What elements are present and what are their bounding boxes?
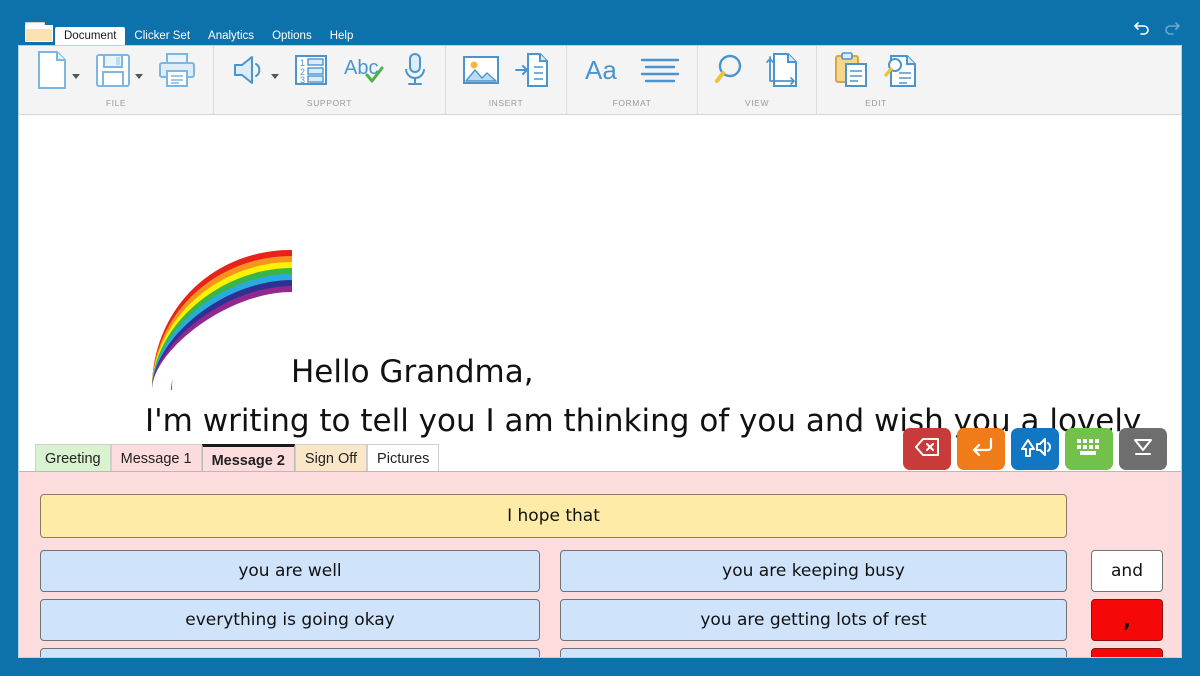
application-window: Document Clicker Set Analytics Options H…: [0, 0, 1200, 676]
print-button[interactable]: [151, 49, 203, 96]
grid-cell-side-period[interactable]: .: [1091, 648, 1163, 658]
grid-cell-left-3[interactable]: the weather is nice where you are: [40, 648, 540, 658]
rainbow-illustration: [144, 238, 296, 393]
ribbon-toolbar: FILE 123: [19, 46, 1181, 115]
grid-cell-side-comma[interactable]: ,: [1091, 599, 1163, 641]
print-icon: [157, 51, 197, 94]
tab-sign-off[interactable]: Sign Off: [295, 444, 367, 472]
ribbon-group-edit: EDIT: [817, 46, 935, 114]
insert-picture-icon: [462, 54, 500, 91]
ribbon-group-view-icons: [698, 46, 816, 98]
undo-icon[interactable]: [1132, 18, 1152, 36]
tab-message-2[interactable]: Message 2: [202, 444, 295, 472]
magnifier-icon: [714, 52, 750, 93]
insert-document-icon: [514, 51, 550, 94]
microphone-button[interactable]: [395, 49, 435, 96]
ribbon-group-support-label: SUPPORT: [214, 98, 445, 111]
new-document-icon: [35, 50, 69, 95]
font-aa-icon: Aa: [583, 53, 625, 92]
ribbon-group-file-label: FILE: [19, 98, 213, 111]
ribbon-group-insert: INSERT: [446, 46, 567, 114]
new-document-button[interactable]: [29, 48, 86, 97]
ribbon-group-format-label: FORMAT: [567, 98, 697, 111]
window-controls: [1132, 18, 1182, 36]
ribbon-group-view-label: VIEW: [698, 98, 816, 111]
ribbon-group-edit-label: EDIT: [817, 98, 935, 111]
document-page[interactable]: Hello Grandma, I'm writing to tell you I…: [19, 115, 1181, 445]
speaker-icon: [230, 53, 268, 92]
menu-item-document[interactable]: Document: [55, 27, 125, 46]
redo-icon[interactable]: [1162, 18, 1182, 36]
tab-message-1[interactable]: Message 1: [111, 444, 202, 472]
page-size-icon: [764, 51, 800, 94]
menu-item-options[interactable]: Options: [263, 27, 321, 46]
ribbon-group-format: Aa FORMAT: [567, 46, 698, 114]
folder-icon[interactable]: [25, 22, 53, 42]
insert-document-button[interactable]: [508, 49, 556, 96]
menu-item-clicker-set[interactable]: Clicker Set: [125, 27, 199, 46]
paste-button[interactable]: [827, 49, 875, 96]
ribbon-group-support-icons: 123 Abc: [214, 46, 445, 98]
spellcheck-button[interactable]: Abc: [337, 51, 393, 94]
font-button[interactable]: Aa: [577, 51, 631, 94]
ribbon-group-support: 123 Abc SUPPORT: [214, 46, 446, 114]
save-caret-icon[interactable]: [135, 74, 143, 79]
microphone-icon: [401, 51, 429, 94]
tab-pictures[interactable]: Pictures: [367, 444, 439, 472]
grid-cell-left-2[interactable]: everything is going okay: [40, 599, 540, 641]
title-bar: Document Clicker Set Analytics Options H…: [0, 0, 1200, 38]
ribbon-group-file: FILE: [19, 46, 214, 114]
menu-item-help[interactable]: Help: [321, 27, 363, 46]
ribbon-group-edit-icons: [817, 46, 935, 98]
ribbon-group-insert-label: INSERT: [446, 98, 566, 111]
grid-header-cell[interactable]: I hope that: [40, 494, 1067, 538]
page-size-button[interactable]: [758, 49, 806, 96]
grid-cell-right-3[interactable]: you are having lots of fun: [560, 648, 1067, 658]
grid-cell-right-1[interactable]: you are keeping busy: [560, 550, 1067, 592]
speak-button[interactable]: [224, 51, 285, 94]
new-document-caret-icon[interactable]: [72, 74, 80, 79]
svg-text:Aa: Aa: [585, 55, 617, 85]
insert-picture-button[interactable]: [456, 52, 506, 93]
svg-text:3: 3: [300, 75, 305, 85]
speak-caret-icon[interactable]: [271, 74, 279, 79]
grid-cell-left-1[interactable]: you are well: [40, 550, 540, 592]
document-line-1: Hello Grandma,: [291, 348, 534, 396]
grid-tabs: Greeting Message 1 Message 2 Sign Off Pi…: [35, 443, 439, 472]
word-grid-panel: I hope that you are well everything is g…: [19, 471, 1181, 657]
svg-text:Abc: Abc: [344, 57, 378, 79]
grid-cell-right-2[interactable]: you are getting lots of rest: [560, 599, 1067, 641]
zoom-button[interactable]: [708, 50, 756, 95]
ribbon-group-file-icons: [19, 46, 213, 98]
grid-cell-side-and[interactable]: and: [1091, 550, 1163, 592]
ribbon-group-insert-icons: [446, 46, 566, 98]
ribbon-group-format-icons: Aa: [567, 46, 697, 98]
spellcheck-abc-icon: Abc: [343, 53, 387, 92]
ribbon-group-view: VIEW: [698, 46, 817, 114]
find-in-document-icon: [883, 51, 919, 94]
save-icon: [94, 51, 132, 94]
save-button[interactable]: [88, 49, 149, 96]
find-button[interactable]: [877, 49, 925, 96]
text-align-button[interactable]: [633, 53, 687, 92]
numbered-list-button[interactable]: 123: [287, 50, 335, 95]
text-align-icon: [639, 55, 681, 90]
folder-icon-lip: [25, 25, 53, 29]
menu-bar: Document Clicker Set Analytics Options H…: [55, 26, 362, 46]
clipboard-paste-icon: [833, 51, 869, 94]
grid-tab-strip: Greeting Message 1 Message 2 Sign Off Pi…: [19, 443, 1181, 472]
tab-greeting[interactable]: Greeting: [35, 444, 111, 472]
document-window: FILE 123: [18, 45, 1182, 658]
numbered-list-icon: 123: [293, 52, 329, 93]
menu-item-analytics[interactable]: Analytics: [199, 27, 263, 46]
